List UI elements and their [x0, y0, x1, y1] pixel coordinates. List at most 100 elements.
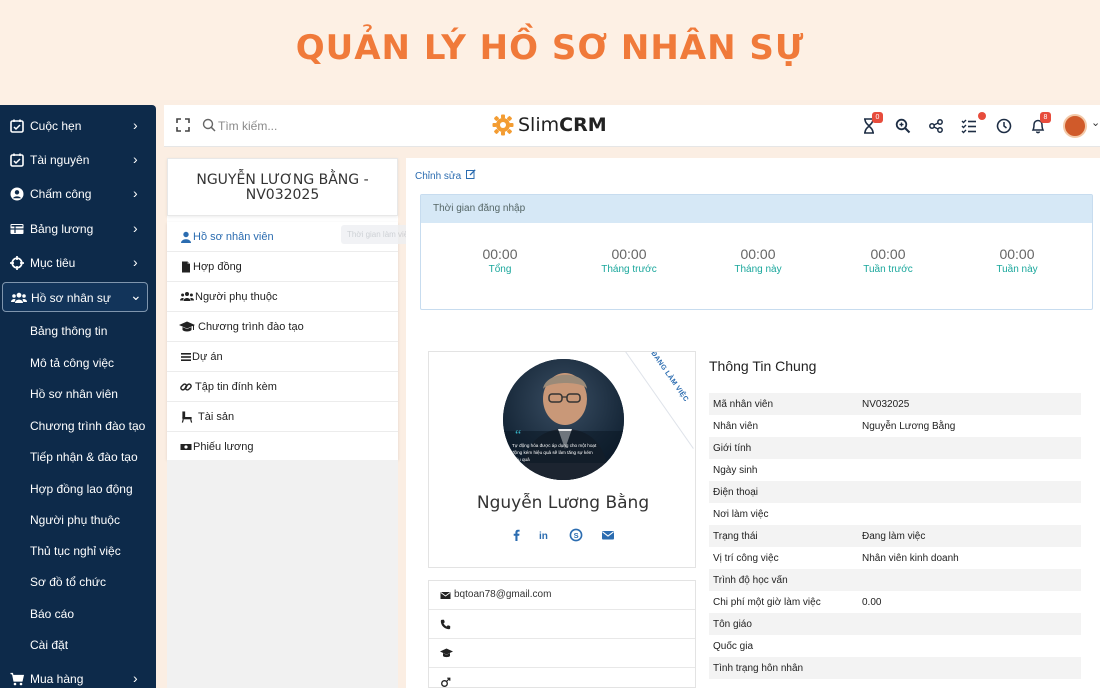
info-key: Vị trí công việc: [713, 553, 779, 564]
sidebar-subitem-dashboard[interactable]: Bảng thông tin: [30, 324, 107, 338]
general-info-title: Thông Tin Chung: [709, 358, 817, 374]
sidebar-item-appointments[interactable]: Cuộc hẹn ›: [0, 111, 156, 141]
sidebar-item-timekeeping[interactable]: Chấm công ›: [0, 179, 156, 209]
menu-item-dependents[interactable]: Người phụ thuộc: [167, 282, 398, 312]
svg-text:“: “: [515, 428, 521, 443]
contact-row-education: [429, 639, 695, 668]
sidebar-subitem-settings[interactable]: Cài đặt: [30, 638, 68, 652]
sidebar-item-label: Chấm công: [30, 187, 92, 201]
calendar-check-icon: [10, 153, 24, 167]
contact-email[interactable]: bqtoan78@gmail.com: [454, 589, 551, 600]
stat-value: 00:00: [740, 246, 776, 262]
menu-item-payslip[interactable]: Phiếu lương: [167, 432, 398, 462]
stat-label: Tháng này: [734, 264, 782, 275]
profile-card: ĐANG LÀM VIỆC “ Tự động hóa được áp dụng…: [428, 351, 696, 568]
menu-item-projects[interactable]: Dự án: [167, 342, 398, 372]
shopping-cart-icon: [10, 672, 24, 686]
chevron-right-icon: ›: [133, 151, 138, 167]
sidebar-item-label: Mục tiêu: [30, 256, 76, 270]
info-key: Tình trạng hôn nhân: [713, 663, 804, 674]
menu-item-label: Phiếu lương: [193, 441, 254, 453]
crosshairs-icon: [10, 256, 24, 270]
info-value: NV032025: [862, 399, 910, 410]
calendar-check-icon: [10, 119, 24, 133]
notification-badge: 8: [1040, 112, 1051, 123]
employee-menu: Hồ sơ nhân viên Hợp đồng Người phụ thuộc…: [167, 222, 398, 460]
sidebar-item-label: Hồ sơ nhân sự: [31, 291, 111, 305]
sidebar-item-payroll[interactable]: Bảng lương ›: [0, 214, 156, 244]
menu-item-label: Tập tin đính kèm: [195, 381, 277, 393]
table-icon: [10, 224, 24, 234]
share-icon[interactable]: [928, 118, 944, 134]
facebook-icon[interactable]: [509, 528, 523, 542]
menu-item-attachments[interactable]: Tập tin đính kèm: [167, 372, 398, 402]
info-row: Quốc gia: [709, 635, 1081, 657]
user-avatar[interactable]: [1063, 114, 1087, 138]
svg-text:in: in: [539, 531, 548, 542]
sidebar-subitem-resignation[interactable]: Thủ tục nghỉ việc: [30, 544, 121, 558]
info-row: Ngày sinh: [709, 459, 1081, 481]
menu-item-assets[interactable]: Tài sản: [167, 402, 398, 432]
info-key: Trình độ học vấn: [713, 575, 788, 586]
info-row: Trình độ học vấn: [709, 569, 1081, 591]
chevron-right-icon: ›: [133, 117, 138, 133]
sidebar-subitem-training-program[interactable]: Chương trình đào tạo: [30, 419, 145, 433]
menu-item-label: Dự án: [192, 351, 223, 363]
sidebar-subitem-org-chart[interactable]: Sơ đồ tổ chức: [30, 575, 106, 589]
edit-label: Chỉnh sửa: [415, 171, 462, 182]
chevron-right-icon: ›: [133, 254, 138, 270]
sidebar-item-hr-profile[interactable]: Hồ sơ nhân sự ⌄: [2, 282, 148, 312]
contact-row-gender: [429, 668, 695, 688]
sidebar-subitem-labor-contract[interactable]: Hợp đồng lao động: [30, 482, 133, 496]
chair-icon: [181, 411, 193, 423]
sidebar-item-resources[interactable]: Tài nguyên ›: [0, 145, 156, 175]
user-icon: [181, 231, 191, 243]
info-value: Nhân viên kinh doanh: [862, 553, 959, 564]
search-input[interactable]: [218, 117, 358, 135]
stat-this-week: 00:00 Tuần này: [957, 246, 1077, 275]
profile-name: Nguyễn Lương Bằng: [476, 493, 650, 513]
skype-icon[interactable]: S: [569, 528, 583, 542]
clock-icon[interactable]: [996, 118, 1012, 134]
info-row: Tình trạng hôn nhân: [709, 657, 1081, 679]
stat-value: 00:00: [870, 246, 906, 262]
sidebar-subitem-onboarding[interactable]: Tiếp nhận & đào tạo: [30, 450, 138, 464]
portrait-image: “ Tự động hóa được áp dụng cho một hoạt …: [503, 359, 624, 480]
edit-link[interactable]: Chỉnh sửa: [415, 169, 476, 182]
stat-last-month: 00:00 Tháng trước: [569, 246, 689, 275]
sidebar: Cuộc hẹn › Tài nguyên › Chấm công › Bảng…: [0, 105, 156, 688]
sidebar-subitem-employee-profile[interactable]: Hồ sơ nhân viên: [30, 387, 118, 401]
linkedin-icon[interactable]: in: [538, 528, 552, 542]
left-panel-background: [167, 460, 398, 688]
sidebar-subitem-job-description[interactable]: Mô tả công việc: [30, 356, 114, 370]
info-key: Tôn giáo: [713, 619, 752, 630]
graduation-cap-icon: [179, 321, 195, 332]
sidebar-subitem-reports[interactable]: Báo cáo: [30, 607, 74, 621]
menu-item-contract[interactable]: Hợp đồng: [167, 252, 398, 282]
sidebar-item-purchasing[interactable]: Mua hàng ›: [0, 664, 156, 688]
sidebar-item-label: Mua hàng: [30, 672, 84, 686]
zoom-icon[interactable]: [895, 118, 911, 134]
app-logo[interactable]: SlimCRM: [492, 114, 607, 136]
info-key: Giới tính: [713, 443, 752, 454]
envelope-icon: [440, 592, 451, 599]
email-icon[interactable]: [601, 528, 615, 542]
info-row: Giới tính: [709, 437, 1081, 459]
money-icon: [180, 444, 192, 450]
info-row: Mã nhân viên NV032025: [709, 393, 1081, 415]
tasks-dot: [978, 112, 986, 120]
users-icon: [180, 292, 194, 301]
phone-icon: [440, 619, 451, 630]
chevron-down-icon[interactable]: ⌄: [1091, 116, 1100, 129]
profile-photo: “ Tự động hóa được áp dụng cho một hoạt …: [503, 359, 624, 480]
stat-label: Tuần trước: [863, 264, 913, 275]
task-list-icon[interactable]: [961, 118, 977, 134]
stat-value: 00:00: [999, 246, 1035, 262]
gender-icon: [441, 677, 451, 687]
info-row: Nơi làm việc: [709, 503, 1081, 525]
sidebar-subitem-dependents[interactable]: Người phụ thuộc: [30, 513, 120, 527]
stat-label: Tháng trước: [601, 264, 657, 275]
menu-item-training[interactable]: Chương trình đào tạo: [167, 312, 398, 342]
expand-icon[interactable]: [176, 118, 190, 132]
sidebar-item-goals[interactable]: Mục tiêu ›: [0, 248, 156, 278]
